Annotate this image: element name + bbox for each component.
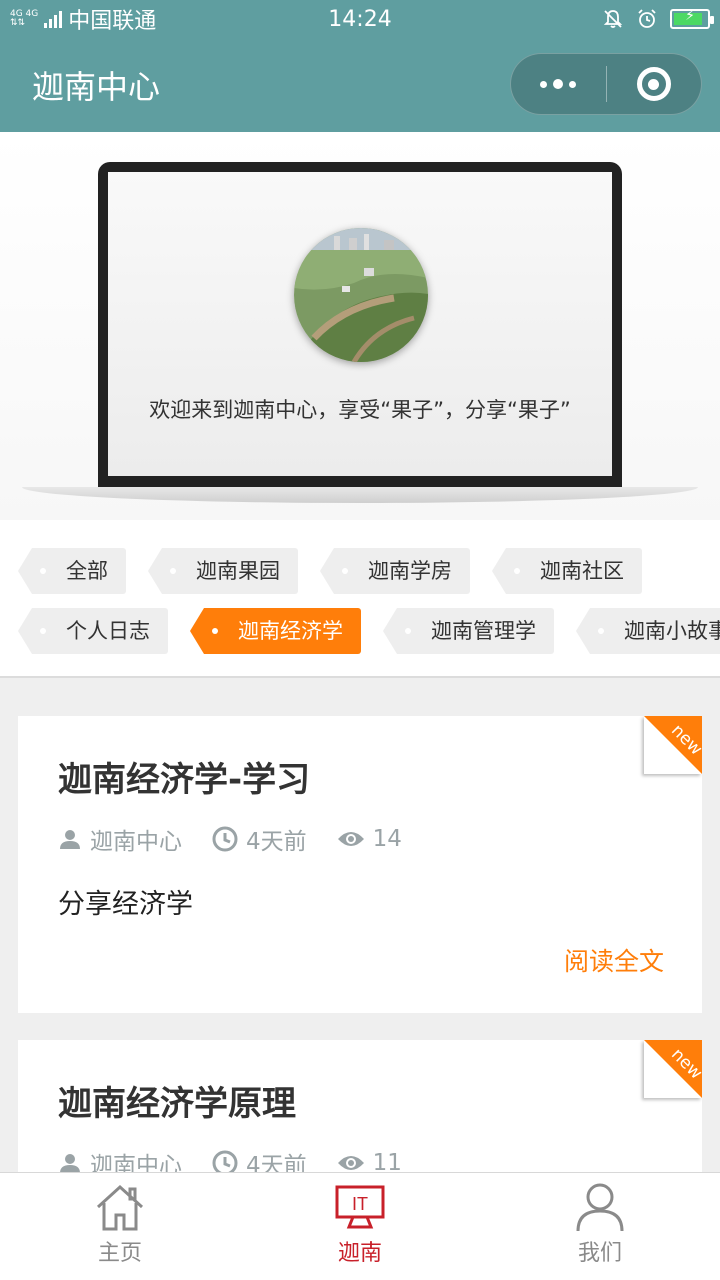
tag-economics[interactable]: 迦南经济学	[190, 608, 361, 654]
article-summary: 分享经济学	[58, 889, 193, 920]
article-title[interactable]: 迦南经济学原理	[58, 1076, 296, 1125]
target-icon	[636, 67, 671, 101]
tag-study-room[interactable]: 迦南学房	[320, 548, 470, 594]
hero-banner: 欢迎来到迦南中心，享受“果子”，分享“果子”	[0, 132, 720, 520]
network-badge: 4G 4G ⇅⇅	[10, 10, 38, 28]
nav-bar: 迦南中心	[0, 38, 720, 132]
laptop-screen: 欢迎来到迦南中心，享受“果子”，分享“果子”	[98, 162, 622, 490]
read-more-link[interactable]: 阅读全文	[564, 942, 664, 978]
article-meta: 迦南中心 4天前 14	[58, 822, 402, 856]
tag-short-stories[interactable]: 迦南小故事	[576, 608, 720, 654]
signal-icon	[44, 10, 63, 28]
tab-home-label: 主页	[97, 1241, 142, 1266]
eye-icon	[337, 832, 364, 846]
center-avatar-image	[294, 228, 428, 362]
svg-text:IT: IT	[352, 1194, 368, 1214]
status-left: 4G 4G ⇅⇅ 中国联通	[10, 3, 156, 35]
network-arrows-icon: ⇅⇅	[10, 18, 26, 28]
page-title: 迦南中心	[32, 68, 161, 106]
close-mini-program-button[interactable]	[607, 54, 702, 114]
tag-community[interactable]: 迦南社区	[492, 548, 642, 594]
article-title[interactable]: 迦南经济学-学习	[58, 752, 310, 801]
article-time: 4天前	[246, 829, 307, 855]
article-card[interactable]: new 迦南经济学-学习 迦南中心 4天前 14 分享经济学 阅读全文	[18, 716, 702, 1013]
tag-management[interactable]: 迦南管理学	[383, 608, 554, 654]
alarm-icon	[638, 9, 656, 28]
tab-jianan-label: 迦南	[337, 1241, 382, 1266]
tab-home[interactable]: 主页	[0, 1173, 240, 1280]
mini-program-capsule	[510, 53, 702, 115]
category-tags: 全部 迦南果园 迦南学房 迦南社区 个人日志 迦南经济学 迦南管理学 迦南小故事	[0, 520, 720, 678]
tag-personal-diary[interactable]: 个人日志	[18, 608, 168, 654]
carrier-name: 中国联通	[68, 9, 157, 34]
tag-orchard[interactable]: 迦南果园	[148, 548, 298, 594]
welcome-text: 欢迎来到迦南中心，享受“果子”，分享“果子”	[149, 398, 571, 422]
clock-icon	[212, 826, 238, 852]
user-icon	[60, 830, 80, 849]
home-icon	[96, 1184, 144, 1231]
bottom-tab-bar: 主页 IT 迦南 我们	[0, 1172, 720, 1280]
tag-row-2: 个人日志 迦南经济学 迦南管理学 迦南小故事	[18, 608, 720, 654]
person-icon	[576, 1183, 624, 1232]
mute-bell-icon	[603, 10, 623, 28]
article-author: 迦南中心	[90, 829, 182, 855]
laptop-display: 欢迎来到迦南中心，享受“果子”，分享“果子”	[108, 172, 612, 476]
tab-us[interactable]: 我们	[480, 1173, 720, 1280]
more-button[interactable]	[511, 54, 606, 114]
laptop-base	[22, 487, 698, 503]
new-badge: new	[644, 1040, 702, 1098]
article-views: 14	[372, 826, 402, 852]
tab-jianan[interactable]: IT 迦南	[240, 1173, 480, 1280]
eye-icon	[337, 1156, 364, 1170]
tag-all[interactable]: 全部	[18, 548, 126, 594]
status-bar: 4G 4G ⇅⇅ 中国联通 14:24 ⚡	[0, 0, 720, 38]
it-monitor-icon: IT	[335, 1185, 385, 1229]
tab-us-label: 我们	[577, 1241, 622, 1266]
battery-icon: ⚡	[670, 8, 714, 29]
status-right: ⚡	[602, 8, 714, 30]
tag-row-1: 全部 迦南果园 迦南学房 迦南社区	[18, 548, 720, 594]
new-badge: new	[644, 716, 702, 774]
more-dots-icon	[540, 79, 577, 89]
